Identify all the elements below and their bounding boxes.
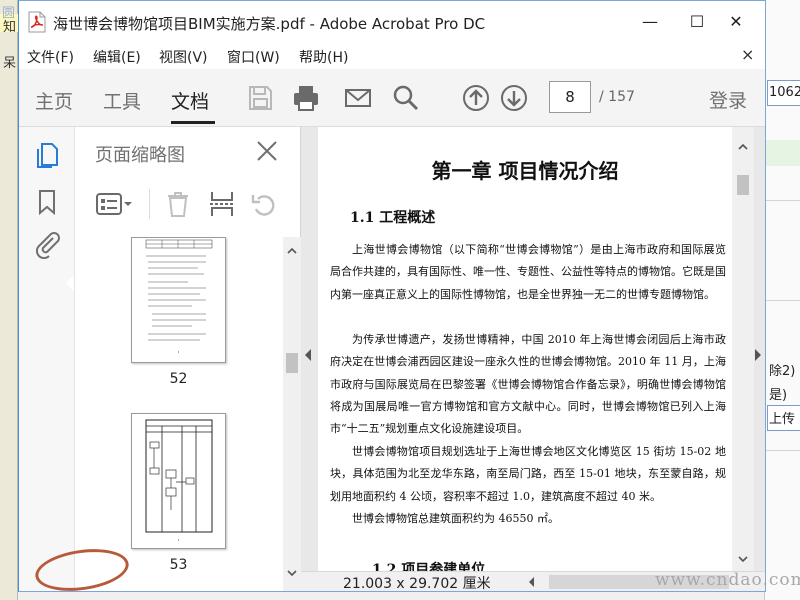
scroll-up-icon[interactable] [286, 245, 298, 257]
page-up-icon[interactable] [461, 83, 491, 113]
attachment-icon[interactable] [32, 229, 62, 259]
scrollbar-thumb[interactable] [286, 353, 298, 373]
minimize-button[interactable]: — [627, 7, 673, 37]
toolbar-separator [149, 189, 150, 219]
menu-window[interactable]: 窗口(W) [227, 47, 280, 67]
paragraph: 世博会博物馆项目规划选址于上海世博会地区文化博览区 15 街坊 15-02 地块… [330, 445, 726, 503]
panel-toolbar [75, 181, 301, 227]
toolbar: 主页 工具 文档 8 / 157 登录 [19, 69, 765, 127]
background-bar [765, 140, 800, 166]
menu-help[interactable]: 帮助(H) [299, 47, 348, 67]
navigation-rail [19, 127, 75, 591]
page-52-preview [145, 239, 213, 353]
pdf-page: 第一章 项目情况介绍 1.1 工程概述 上海世博会博物馆（以下简称“世博会博物馆… [318, 127, 732, 571]
scroll-down-icon[interactable] [737, 553, 749, 565]
background-text: 除2) [769, 364, 796, 379]
tab-document[interactable]: 文档 [171, 87, 209, 114]
background-text: 呆 [3, 56, 17, 71]
collapse-left-icon[interactable] [305, 349, 311, 361]
paragraph: 为传承世博遗产，发扬世博精神，中国 2010 年上海世博会闭园后上海市政府决定在… [330, 333, 726, 436]
menu-bar: 文件(F) 编辑(E) 视图(V) 窗口(W) 帮助(H) × [19, 43, 765, 69]
options-icon[interactable] [95, 189, 133, 219]
scrollbar-thumb[interactable] [737, 175, 749, 195]
print-icon[interactable] [291, 83, 321, 113]
close-button[interactable]: ✕ [713, 7, 759, 37]
background-app-right: 1062 除2) 是) 上传 [764, 0, 800, 600]
page-total: / 157 [599, 89, 635, 105]
background-app-left: 知 呆 [0, 0, 18, 600]
search-icon[interactable] [391, 83, 421, 113]
thumbnails-panel: 页面缩略图 52 53 [75, 127, 301, 591]
section-title: 1.1 工程概述 [350, 210, 436, 226]
page-53-preview [145, 419, 213, 541]
chapter-title: 第一章 项目情况介绍 [431, 159, 619, 183]
delete-icon[interactable] [163, 189, 193, 219]
collapse-right-icon[interactable] [755, 349, 761, 361]
background-text: 是) [769, 388, 788, 403]
document-view: 第一章 项目情况介绍 1.1 工程概述 上海世博会博物馆（以下简称“世博会博物馆… [301, 127, 765, 592]
thumbnail-scrollbar[interactable] [283, 237, 301, 591]
page-down-icon[interactable] [499, 83, 529, 113]
active-tab-indicator [171, 121, 215, 124]
scroll-left-icon[interactable] [529, 577, 534, 587]
page-thumbnail[interactable] [131, 237, 226, 363]
tab-tools[interactable]: 工具 [103, 87, 141, 114]
thumbnail-list: 52 53 [75, 237, 283, 591]
background-rule [765, 300, 800, 301]
email-icon[interactable] [343, 83, 373, 113]
paragraph: 上海世博会博物馆（以下简称“世博会博物馆”）是由上海市政府和国际展览局合作共建的… [330, 243, 726, 301]
pages-icon[interactable] [32, 141, 62, 171]
scroll-down-icon[interactable] [286, 567, 298, 579]
page-size-readout: 21.003 x 29.702 厘米 [343, 576, 491, 592]
window-title: 海世博会博物馆项目BIM实施方案.pdf - Adobe Acrobat Pro… [53, 15, 486, 33]
pdf-file-icon [28, 11, 46, 33]
section-title: 1.2 项目参建单位 [372, 562, 486, 571]
title-bar: 海世博会博物馆项目BIM实施方案.pdf - Adobe Acrobat Pro… [19, 1, 765, 43]
tab-home[interactable]: 主页 [35, 87, 73, 114]
thumbnail-label: 53 [169, 557, 188, 573]
panel-title: 页面缩略图 [95, 145, 185, 166]
menu-file[interactable]: 文件(F) [27, 47, 74, 67]
background-rule [765, 450, 800, 451]
save-icon[interactable] [245, 83, 275, 113]
page-thumbnail[interactable] [131, 413, 226, 549]
page-number-input[interactable]: 8 [549, 81, 591, 113]
menu-view[interactable]: 视图(V) [159, 47, 208, 67]
close-document-button[interactable]: × [741, 45, 754, 64]
insert-page-icon[interactable] [207, 189, 237, 219]
background-rule [765, 200, 800, 201]
thumbnail-label: 52 [169, 371, 188, 387]
menu-edit[interactable]: 编辑(E) [93, 47, 141, 67]
bookmark-icon[interactable] [32, 187, 62, 217]
watermark-bottom: www.cndao.com [655, 570, 800, 590]
acrobat-window: 海世博会博物馆项目BIM实施方案.pdf - Adobe Acrobat Pro… [18, 0, 766, 592]
background-text: 上传 [769, 412, 796, 427]
login-button[interactable]: 登录 [709, 86, 747, 113]
rail-pointer [66, 275, 74, 291]
background-text: 1062 [769, 85, 800, 100]
document-scrollbar[interactable] [732, 127, 754, 571]
scroll-up-icon[interactable] [737, 141, 749, 153]
undo-icon[interactable] [249, 189, 279, 219]
paragraph: 世博会博物馆总建筑面积约为 46550 ㎡。 [352, 512, 559, 525]
close-icon[interactable] [253, 137, 281, 165]
